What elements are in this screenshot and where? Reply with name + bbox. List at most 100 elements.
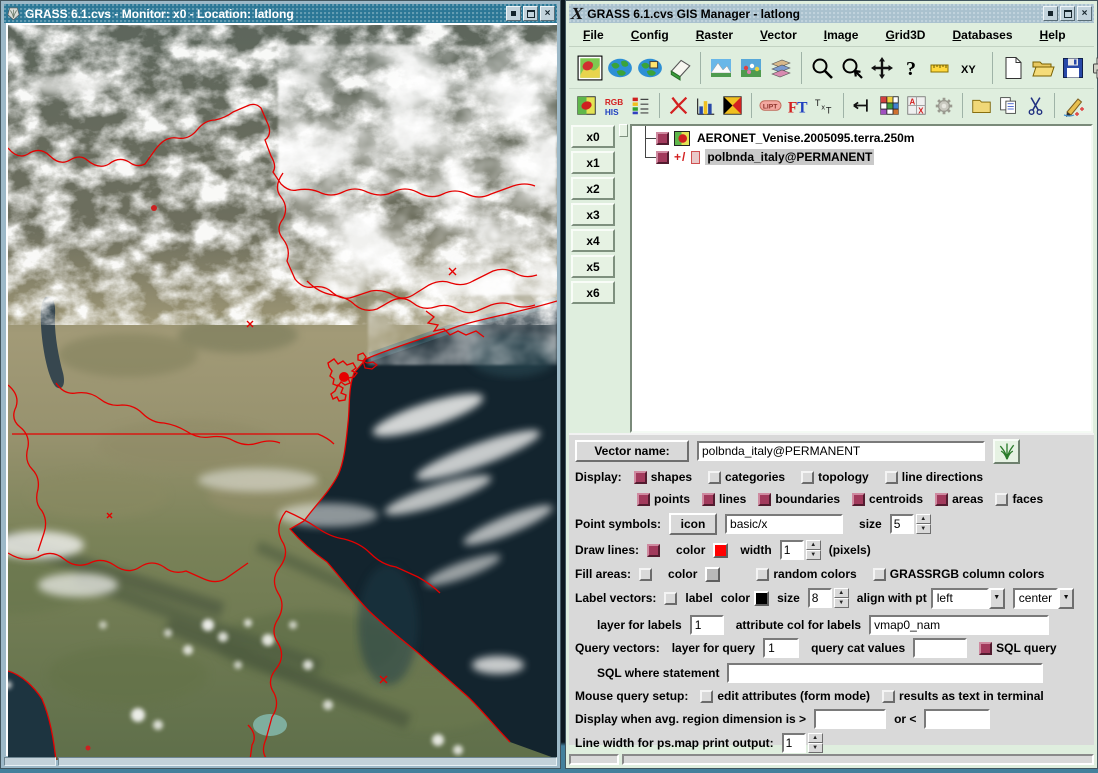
- centroids-checkbox[interactable]: [852, 493, 865, 506]
- layer-label[interactable]: polbnda_italy@PERMANENT: [705, 149, 874, 165]
- dimension-gt-input[interactable]: [814, 709, 886, 729]
- points-checkbox[interactable]: [637, 493, 650, 506]
- valign-select[interactable]: center▼: [1013, 588, 1074, 609]
- add-gridnum-icon[interactable]: [903, 93, 930, 119]
- pan-icon[interactable]: [867, 53, 897, 83]
- layer-for-query-input[interactable]: [763, 638, 799, 658]
- add-font-icon[interactable]: [784, 93, 811, 119]
- close-button[interactable]: ×: [1077, 6, 1092, 21]
- categories-checkbox[interactable]: [708, 471, 721, 484]
- faces-checkbox[interactable]: [995, 493, 1008, 506]
- measure-icon[interactable]: [927, 53, 957, 83]
- add-rgbhis-icon[interactable]: [600, 93, 627, 119]
- symbol-size-spinbox[interactable]: 5 ▲▼: [890, 514, 931, 534]
- label-size-spinbox[interactable]: 8 ▲▼: [808, 588, 849, 608]
- satellite-map[interactable]: [8, 25, 557, 760]
- raster-image-icon[interactable]: [706, 53, 736, 83]
- sql-where-input[interactable]: [727, 663, 1043, 683]
- zoom-back-icon[interactable]: [837, 53, 867, 83]
- ps-line-width-spinbox[interactable]: 1 ▲▼: [782, 733, 823, 753]
- menu-databases[interactable]: Databases: [952, 28, 1012, 42]
- redraw-icon[interactable]: [605, 53, 635, 83]
- vector-name-input[interactable]: [697, 441, 985, 461]
- add-vector-icon[interactable]: [665, 93, 692, 119]
- shapes-checkbox[interactable]: [634, 471, 647, 484]
- add-thematic-icon[interactable]: [719, 93, 746, 119]
- xy-position-icon[interactable]: [957, 53, 987, 83]
- select-vector-button[interactable]: [993, 439, 1020, 464]
- sql-query-checkbox[interactable]: [979, 642, 992, 655]
- print-icon[interactable]: [1088, 53, 1098, 83]
- random-colors-checkbox[interactable]: [756, 568, 769, 581]
- line-directions-checkbox[interactable]: [885, 471, 898, 484]
- zoom-in-icon[interactable]: [807, 53, 837, 83]
- attr-col-input[interactable]: [869, 615, 1049, 635]
- add-scalebar-icon[interactable]: [849, 93, 876, 119]
- layer-row-raster[interactable]: AERONET_Venise.2005095.terra.250m: [656, 129, 916, 147]
- query-icon[interactable]: [897, 53, 927, 83]
- menu-config[interactable]: Config: [631, 28, 669, 42]
- menu-image[interactable]: Image: [824, 28, 859, 42]
- map-display-area[interactable]: [6, 23, 557, 756]
- duplicate-layer-icon[interactable]: [995, 93, 1022, 119]
- close-button[interactable]: ×: [540, 6, 555, 21]
- monitor-button-x6[interactable]: x6: [571, 281, 615, 304]
- add-chart-icon[interactable]: [692, 93, 719, 119]
- add-text-icon[interactable]: [811, 93, 838, 119]
- layer-label[interactable]: AERONET_Venise.2005095.terra.250m: [695, 130, 916, 146]
- label-color-swatch[interactable]: [754, 591, 769, 606]
- new-workspace-icon[interactable]: [998, 53, 1028, 83]
- menu-file[interactable]: File: [583, 28, 604, 42]
- nviz-icon[interactable]: [635, 53, 665, 83]
- add-grid-icon[interactable]: [876, 93, 903, 119]
- monitor-button-x1[interactable]: x1: [571, 151, 615, 174]
- line-color-swatch[interactable]: [713, 543, 728, 558]
- cut-layer-icon[interactable]: [1022, 93, 1049, 119]
- save-workspace-icon[interactable]: [1058, 53, 1088, 83]
- layer-for-labels-input[interactable]: [690, 615, 724, 635]
- lines-checkbox[interactable]: [702, 493, 715, 506]
- icon-input[interactable]: [725, 514, 843, 534]
- add-legend-icon[interactable]: [627, 93, 654, 119]
- layer-row-vector[interactable]: +/ polbnda_italy@PERMANENT: [656, 148, 874, 166]
- fill-color-swatch[interactable]: [705, 567, 720, 582]
- monitor-button-x4[interactable]: x4: [571, 229, 615, 252]
- add-labels-icon[interactable]: [757, 93, 784, 119]
- add-group-icon[interactable]: [968, 93, 995, 119]
- minimize-button[interactable]: [506, 6, 521, 21]
- line-width-spinbox[interactable]: 1 ▲▼: [780, 540, 821, 560]
- add-raster-icon[interactable]: [573, 93, 600, 119]
- erase-icon[interactable]: [665, 53, 695, 83]
- monitor-titlebar[interactable]: GRASS 6.1.cvs - Monitor: x0 - Location: …: [4, 4, 557, 23]
- monitor-button-x0[interactable]: x0: [571, 125, 615, 148]
- edit-attributes-checkbox[interactable]: [700, 690, 713, 703]
- manager-titlebar[interactable]: X GRASS 6.1.cvs GIS Manager - latlong ×: [569, 4, 1094, 23]
- layer-checkbox[interactable]: [656, 151, 669, 164]
- maximize-button[interactable]: [1060, 6, 1075, 21]
- draw-lines-checkbox[interactable]: [647, 544, 660, 557]
- query-cat-input[interactable]: [913, 638, 967, 658]
- monitor-button-x5[interactable]: x5: [571, 255, 615, 278]
- monitor-button-x3[interactable]: x3: [571, 203, 615, 226]
- tree-scrollbar[interactable]: [619, 124, 628, 433]
- menu-help[interactable]: Help: [1040, 28, 1066, 42]
- minimize-button[interactable]: [1043, 6, 1058, 21]
- areas-checkbox[interactable]: [935, 493, 948, 506]
- align-select[interactable]: left▼: [931, 588, 1005, 609]
- monitor-button-x2[interactable]: x2: [571, 177, 615, 200]
- layer-stack-icon[interactable]: [766, 53, 796, 83]
- results-terminal-checkbox[interactable]: [882, 690, 895, 703]
- fill-areas-checkbox[interactable]: [639, 568, 652, 581]
- digitize-icon[interactable]: [1060, 93, 1087, 119]
- add-command-icon[interactable]: [930, 93, 957, 119]
- display-map-icon[interactable]: [575, 53, 605, 83]
- menu-grid3d[interactable]: Grid3D: [885, 28, 925, 42]
- maximize-button[interactable]: [523, 6, 538, 21]
- layer-checkbox[interactable]: [656, 132, 669, 145]
- grassrgb-checkbox[interactable]: [873, 568, 886, 581]
- cell-values-icon[interactable]: [736, 53, 766, 83]
- vector-name-button[interactable]: Vector name:: [575, 440, 689, 462]
- menu-vector[interactable]: Vector: [760, 28, 797, 42]
- label-vectors-checkbox[interactable]: [664, 592, 677, 605]
- dimension-lt-input[interactable]: [924, 709, 990, 729]
